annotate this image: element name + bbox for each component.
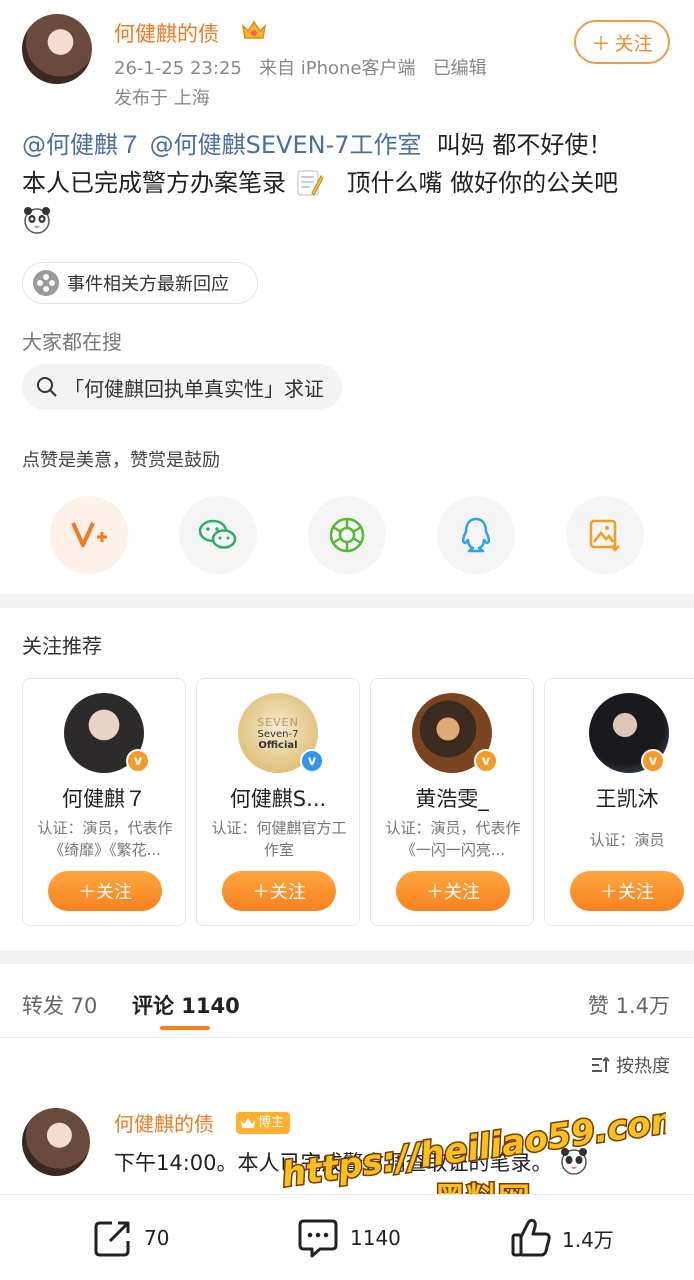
section-divider: [0, 950, 694, 964]
recommend-name: 何健麒７: [62, 787, 146, 811]
recommend-desc: 认证：演员: [589, 831, 665, 849]
follow-label: 关注: [614, 32, 653, 55]
like-count: 1.4万: [562, 1227, 614, 1252]
recommend-card[interactable]: v 何健麒７ 认证：演员，代表作《绮靡》《繁花... ＋关注: [22, 678, 186, 926]
share-row: [50, 496, 650, 576]
reward-v-icon: [71, 522, 107, 547]
comment-tabs: 转发 70 评论 1140 赞 1.4万: [0, 974, 694, 1038]
post-text-line2b: 顶什么嘴 做好你的公关吧: [346, 169, 619, 197]
post-meta: 26-1-25 23:25 来自 iPhone客户端 已编辑: [114, 54, 487, 80]
recommend-card[interactable]: SEVEN Seven-7 Official v 何健麒S... 认证：何健麒官…: [196, 678, 360, 926]
recommend-card[interactable]: v 王凯沐 认证：演员 ＋关注: [544, 678, 694, 926]
crown-icon: [241, 20, 267, 39]
recommend-desc: 认证：演员，代表作《一闪一闪亮...: [385, 819, 521, 859]
reward-tip: 点赞是美意，赞赏是鼓励: [22, 450, 220, 471]
bottom-action-bar: 70 1140 1.4万: [0, 1194, 694, 1280]
mention-link[interactable]: @何健麒SEVEN-7工作室: [150, 131, 422, 159]
save-image-icon: [589, 519, 620, 552]
recommend-follow-button[interactable]: ＋关注: [222, 871, 336, 911]
studio-logo-text: SEVEN: [257, 715, 299, 729]
mention-link[interactable]: @何健麒７: [22, 131, 142, 159]
author-avatar[interactable]: [22, 14, 92, 84]
event-chip-label: 事件相关方最新回应: [67, 274, 229, 295]
comment-author[interactable]: 何健麒的债: [114, 1108, 214, 1137]
comment-icon: [298, 1219, 338, 1258]
recommend-follow-button[interactable]: ＋关注: [48, 871, 162, 911]
tab-comment[interactable]: 评论 1140: [132, 990, 240, 1020]
recommend-card[interactable]: v 黄浩雯_ 认证：演员，代表作《一闪一闪亮... ＋关注: [370, 678, 534, 926]
crown-icon: [241, 1118, 255, 1128]
post-text: @何健麒７ @何健麒SEVEN-7工作室 叫妈 都不好使！ 本人已完成警方办案笔…: [22, 126, 682, 240]
hot-search-query: 「何健麒回执单真实性」求证: [64, 376, 324, 401]
post-timestamp: 26-1-25 23:25: [114, 58, 242, 79]
repost-icon: [94, 1221, 130, 1257]
recommend-desc: 认证：演员，代表作《绮靡》《繁花...: [37, 819, 173, 859]
comment-avatar[interactable]: [22, 1108, 90, 1176]
post-edited[interactable]: 已编辑: [433, 58, 487, 79]
follow-button[interactable]: ＋ 关注: [574, 20, 670, 64]
recommend-title: 关注推荐: [22, 634, 102, 658]
author-name[interactable]: 何健麒的债: [114, 18, 219, 48]
repost-count: 70: [144, 1226, 170, 1250]
comment-button[interactable]: 1140: [296, 1217, 401, 1259]
thumbs-up-icon: [511, 1218, 551, 1257]
sort-label: 按热度: [616, 1056, 670, 1077]
recommend-follow-label: 关注: [96, 882, 132, 903]
blogger-badge-label: 博主: [258, 1115, 285, 1130]
recommend-follow-label: 关注: [444, 882, 480, 903]
sort-by-hot-button[interactable]: 按热度: [590, 1052, 670, 1078]
post-text-line1: 叫妈 都不好使！: [436, 131, 613, 159]
wechat-icon: [198, 519, 237, 549]
blogger-badge: 博主: [236, 1112, 291, 1134]
qq-share-button[interactable]: [437, 496, 515, 574]
event-response-chip[interactable]: 事件相关方最新回应: [22, 262, 258, 304]
verified-orange-icon: v: [641, 749, 665, 773]
post-source: 来自 iPhone客户端: [259, 58, 416, 79]
recommend-desc: 认证：何健麒官方工作室: [211, 819, 347, 859]
verified-blue-icon: v: [300, 749, 324, 773]
recommend-follow-button[interactable]: ＋关注: [570, 871, 684, 911]
verified-orange-icon: v: [474, 749, 498, 773]
comment-text: 下午14:00。本人已完成警方调查取证的笔录。: [114, 1146, 589, 1177]
moments-icon: [329, 517, 365, 553]
hot-search-chip[interactable]: 「何健麒回执单真实性」求证: [22, 364, 342, 410]
memo-emoji-icon: [297, 170, 324, 196]
like-button[interactable]: 1.4万: [510, 1217, 614, 1259]
post-header: 何健麒的债 26-1-25 23:25 来自 iPhone客户端 已编辑 发布于…: [0, 0, 694, 120]
studio-logo-text: Seven-7: [257, 728, 299, 740]
verified-orange-icon: v: [126, 749, 150, 773]
plus-icon: ＋: [591, 32, 611, 55]
comment-body: 下午14:00。本人已完成警方调查取证的笔录。: [114, 1151, 553, 1175]
flower-icon: [33, 270, 59, 296]
reward-button[interactable]: [50, 496, 128, 574]
recommend-follow-button[interactable]: ＋关注: [396, 871, 510, 911]
save-image-button[interactable]: [566, 496, 644, 574]
active-tab-indicator: [160, 1026, 210, 1030]
sort-icon: [592, 1056, 610, 1072]
comment-count: 1140: [350, 1226, 401, 1250]
recommend-follow-label: 关注: [270, 882, 306, 903]
recommend-follow-label: 关注: [618, 882, 654, 903]
wechat-share-button[interactable]: [179, 496, 257, 574]
post-location: 发布于 上海: [114, 88, 210, 109]
moments-share-button[interactable]: [308, 496, 386, 574]
search-icon: [37, 377, 57, 397]
tab-like[interactable]: 赞 1.4万: [588, 990, 670, 1020]
recommend-name: 王凯沐: [595, 787, 659, 811]
panda-emoji-icon: [24, 207, 50, 234]
panda-emoji-icon: [561, 1148, 588, 1175]
repost-button[interactable]: 70: [92, 1217, 169, 1259]
recommend-name: 何健麒S...: [229, 787, 327, 811]
hot-search-title: 大家都在搜: [22, 330, 122, 354]
tab-repost[interactable]: 转发 70: [22, 990, 97, 1020]
section-divider: [0, 594, 694, 608]
qq-icon: [461, 517, 491, 553]
studio-logo-text: Official: [258, 739, 298, 751]
recommend-name: 黄浩雯_: [415, 787, 489, 811]
post-text-line2a: 本人已完成警方办案笔录: [22, 169, 286, 197]
